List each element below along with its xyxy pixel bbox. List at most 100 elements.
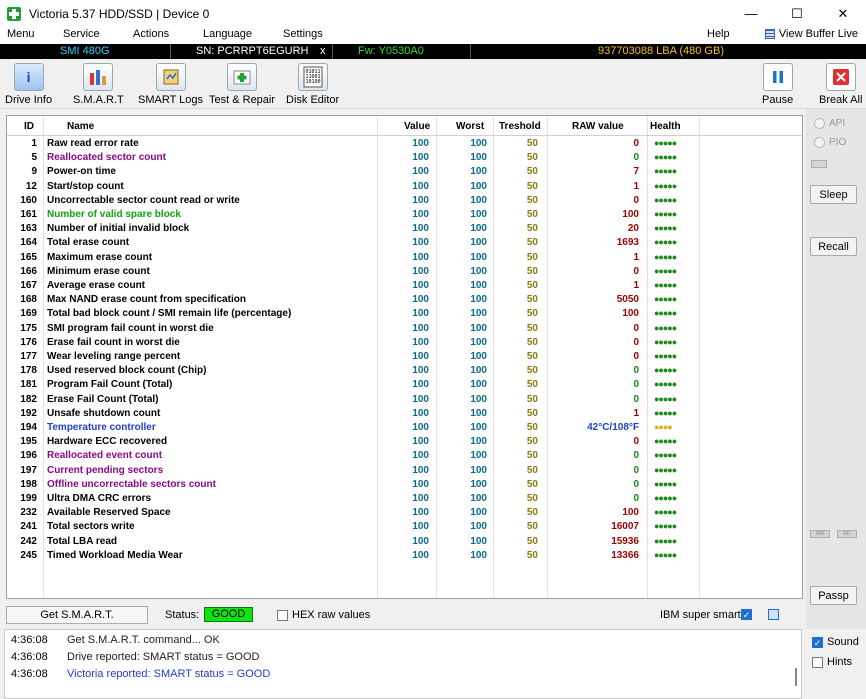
binary-file-icon: 01011 11001 10100 [297, 63, 328, 91]
table-row[interactable]: 163 Number of initial invalid block 100 100… [7, 223, 802, 237]
menu-language[interactable]: Language [203, 28, 252, 40]
table-row[interactable]: 12 Start/stop count 100 100 50 1 ●●●●● [7, 181, 802, 195]
table-row[interactable]: 161 Number of valid spare block 100 100 50 10… [7, 209, 802, 223]
log-scroll-thumb[interactable] [795, 668, 797, 686]
table-row[interactable]: 1 Raw read error rate 100 100 50 0 ●●●●● [7, 138, 802, 152]
table-row[interactable]: 169 Total bad block count / SMI remain li… [7, 308, 802, 322]
table-row[interactable]: 245 Timed Workload Media Wear 100 100 50 1336… [7, 550, 802, 564]
table-row[interactable]: 181 Program Fail Count (Total) 100 100 50 0 ●●… [7, 379, 802, 393]
serial-copy-x[interactable]: x [320, 44, 326, 59]
break-all-button[interactable]: Break All [819, 63, 862, 106]
menu-menu[interactable]: Menu [7, 28, 35, 40]
table-row[interactable]: 194 Temperature controller 100 100 50 42°C/10… [7, 422, 802, 436]
header-name[interactable]: Name [67, 121, 94, 132]
table-row[interactable]: 199 Ultra DMA CRC errors 100 100 50 0 ●●●●● [7, 493, 802, 507]
table-row[interactable]: 182 Erase Fail Count (Total) 100 100 50 0 ●●●●… [7, 394, 802, 408]
smart-logs-button[interactable]: SMART Logs [138, 63, 203, 106]
pause-button[interactable]: Pause [762, 63, 793, 106]
smart-button[interactable]: S.M.A.R.T [73, 63, 124, 106]
attr-raw: 0 [633, 379, 639, 391]
maximize-button[interactable]: ☐ [774, 0, 820, 27]
attr-worst: 100 [470, 436, 487, 448]
hints-label: Hints [827, 656, 853, 668]
attr-worst: 100 [470, 407, 487, 419]
header-id[interactable]: ID [24, 121, 34, 132]
sound-checkbox[interactable]: ✓ Sound [812, 636, 859, 648]
table-row[interactable]: 241 Total sectors write 100 100 50 16007 ●●●●● [7, 521, 802, 535]
hex-raw-checkbox[interactable]: HEX raw values [277, 609, 370, 621]
menu-settings[interactable]: Settings [283, 28, 323, 40]
api-radio[interactable]: API [814, 118, 845, 129]
attr-id: 161 [20, 209, 37, 220]
attr-id: 1 [31, 138, 37, 149]
table-row[interactable]: 5 Reallocated sector count 100 100 50 0 ●●●●● [7, 152, 802, 166]
table-row[interactable]: 232 Available Reserved Space 100 100 50 100 ●●… [7, 507, 802, 521]
attr-threshold: 50 [526, 209, 538, 220]
attr-name: SMI program fail count in worst die [47, 322, 214, 334]
table-row[interactable]: 160 Uncorrectable sector count read or wr… [7, 195, 802, 209]
table-row[interactable]: 164 Total erase count 100 100 50 1693 ●●●●● [7, 237, 802, 251]
attr-id: 9 [31, 166, 37, 178]
attr-health: ●●●●● [654, 237, 677, 248]
drive-info-button[interactable]: i Drive Info [5, 63, 52, 106]
hex-raw-box [277, 609, 288, 621]
disk-editor-button[interactable]: 01011 11001 10100 Disk Editor [286, 63, 339, 106]
attr-id: 177 [20, 351, 37, 362]
right-panel: API PIO Sleep Recall WR RD Passp [806, 109, 866, 629]
table-row[interactable]: 242 Total LBA read 100 100 50 15936 ●●●●● [7, 536, 802, 550]
header-worst[interactable]: Worst [456, 121, 484, 132]
table-row[interactable]: 176 Erase fail count in worst die 100 100 50… [7, 337, 802, 351]
passp-button[interactable]: Passp [810, 586, 857, 605]
attr-health: ●●●●● [654, 493, 677, 503]
ibm-color-box[interactable] [768, 609, 779, 620]
close-button[interactable]: ✕ [820, 0, 866, 27]
table-row[interactable]: 195 Hardware ECC recovered 100 100 50 0 ●●●●● [7, 436, 802, 450]
ibm-super-smart-checkbox[interactable]: ✓ [741, 609, 752, 620]
get-smart-button[interactable]: Get S.M.A.R.T. [6, 606, 148, 624]
test-repair-button[interactable]: Test & Repair [209, 63, 275, 106]
attr-raw: 0 [633, 336, 639, 348]
table-row[interactable]: 197 Current pending sectors 100 100 50 0 ●●●●● [7, 465, 802, 479]
table-row[interactable]: 168 Max NAND erase count from specificati… [7, 294, 802, 308]
attr-worst: 100 [470, 166, 487, 178]
table-row[interactable]: 196 Reallocated event count 100 100 50 0 ●●●●● [7, 450, 802, 464]
header-threshold[interactable]: Treshold [499, 121, 541, 132]
table-row[interactable]: 177 Wear leveling range percent 100 100 50 0 ●… [7, 351, 802, 365]
table-row[interactable]: 165 Maximum erase count 100 100 50 1 ●●●●● [7, 252, 802, 266]
log-entry: 4:36:08 Get S.M.A.R.T. command... OK [11, 634, 220, 646]
recall-button[interactable]: Recall [810, 237, 857, 256]
minimize-button[interactable]: — [728, 0, 774, 27]
attr-value: 100 [412, 379, 429, 391]
pio-radio[interactable]: PIO [814, 137, 846, 148]
log-scrollbar[interactable] [792, 630, 800, 698]
attr-id: 12 [25, 180, 37, 192]
attr-raw: 5050 [616, 294, 639, 306]
attr-raw: 16007 [611, 521, 639, 533]
header-raw[interactable]: RAW value [572, 121, 624, 132]
attr-name: Unsafe shutdown count [47, 407, 161, 419]
table-row[interactable]: 198 Offline uncorrectable sectors count 10… [7, 479, 802, 493]
smart-table[interactable]: ID Name Value Worst Treshold RAW value H… [6, 115, 803, 599]
view-buffer-live-toggle[interactable]: View Buffer Live [764, 28, 858, 40]
table-row[interactable]: 178 Used reserved block count (Chip) 100 10… [7, 365, 802, 379]
menu-actions[interactable]: Actions [133, 28, 169, 40]
menu-help[interactable]: Help [707, 28, 730, 40]
header-value[interactable]: Value [404, 121, 430, 132]
attr-worst: 100 [470, 152, 487, 164]
header-health[interactable]: Health [650, 121, 681, 132]
table-row[interactable]: 167 Average erase count 100 100 50 1 ●●●●● [7, 280, 802, 294]
attr-threshold: 50 [526, 535, 538, 547]
attr-name: Timed Workload Media Wear [47, 549, 183, 561]
table-row[interactable]: 192 Unsafe shutdown count 100 100 50 1 ●●●●● [7, 408, 802, 422]
attr-id: 178 [20, 365, 37, 377]
hints-checkbox[interactable]: Hints [812, 656, 852, 668]
drive-info-label: Drive Info [5, 94, 53, 106]
attr-id: 169 [20, 308, 37, 320]
table-row[interactable]: 175 SMI program fail count in worst die 10… [7, 323, 802, 337]
table-row[interactable]: 166 Minimum erase count 100 100 50 0 ●●●●● [7, 266, 802, 280]
log-panel[interactable]: 4:36:08 Get S.M.A.R.T. command... OK 4:36:… [4, 629, 802, 699]
attr-worst: 100 [470, 294, 487, 306]
table-row[interactable]: 9 Power-on time 100 100 50 7 ●●●●● [7, 166, 802, 180]
menu-service[interactable]: Service [63, 28, 100, 40]
sleep-button[interactable]: Sleep [810, 185, 857, 204]
